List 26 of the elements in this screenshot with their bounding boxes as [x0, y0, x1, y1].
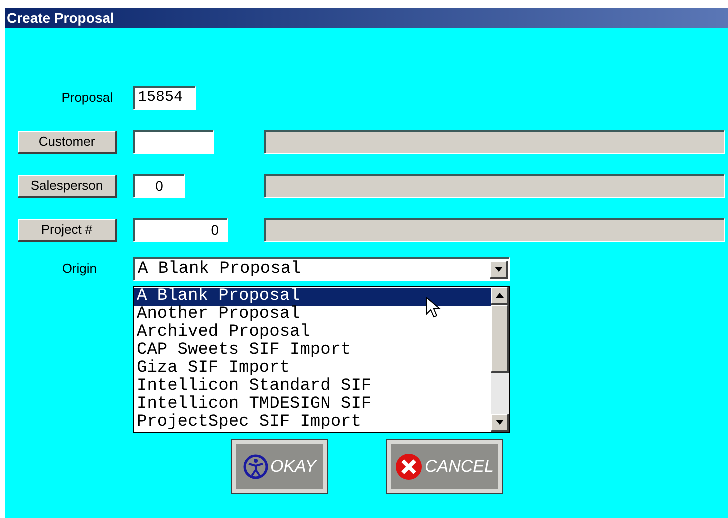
scroll-up-icon[interactable] [491, 287, 509, 305]
lookup-button[interactable]: Salesperson [18, 174, 117, 198]
option-item[interactable]: Intellicon TMDESIGN SIF [134, 396, 491, 414]
scroll-thumb[interactable] [491, 305, 509, 373]
option-item[interactable]: Another Proposal [134, 306, 491, 324]
option-item[interactable]: Intellicon Standard SIF [134, 378, 491, 396]
cursor-icon [426, 297, 442, 319]
window-title: Create Proposal [7, 8, 114, 28]
figure-icon [242, 454, 268, 480]
option-item[interactable]: ProjectSpec SIF Import [134, 414, 491, 432]
proposal-field[interactable]: 15854 [133, 86, 196, 110]
lookup-field[interactable]: 0 [133, 218, 228, 242]
lookup-button[interactable]: Customer [18, 130, 117, 154]
option-item[interactable]: A Blank Proposal [134, 288, 491, 306]
lookup-field[interactable]: 0 [133, 174, 185, 198]
scrollbar[interactable] [491, 287, 509, 432]
scroll-down-icon[interactable] [491, 414, 509, 432]
option-item[interactable]: CAP Sweets SIF Import [134, 342, 491, 360]
lookup-button[interactable]: Project # [18, 218, 117, 242]
field-label: Origin [61, 260, 98, 278]
option-item[interactable]: Giza SIF Import [134, 360, 491, 378]
lookup-field[interactable] [133, 130, 214, 154]
option-item[interactable]: Archived Proposal [134, 324, 491, 342]
origin-dropdown[interactable]: A Blank Proposal [133, 257, 510, 281]
close-icon [395, 452, 424, 480]
field-label: Proposal [60, 89, 114, 108]
